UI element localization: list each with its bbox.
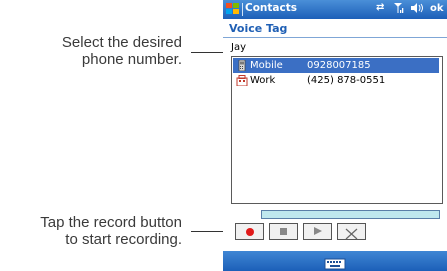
windows-start-icon[interactable] [226,3,240,16]
mobile-phone-icon [236,59,248,72]
list-item-work[interactable]: Work (425) 878-0551 [233,73,439,88]
keyboard-icon[interactable] [324,255,346,270]
stop-button[interactable] [269,223,298,240]
sync-icon[interactable]: ⇄ [376,2,384,13]
contact-name: Jay [231,42,246,53]
recording-progress-bar [261,210,440,219]
callout-select-number: Select the desired phone number. [62,34,182,68]
device-screen: Contacts ⇄ ok Voice Tag Jay Mobile 09280… [223,0,447,271]
phone-number-list[interactable]: Mobile 0928007185 Work (425) 878-0551 [231,56,443,204]
phone-number: 0928007185 [307,60,371,71]
callout-line-2: phone number. [81,51,182,68]
callout-line-1: Select the desired [61,34,182,51]
work-icon [236,75,248,87]
play-icon [314,227,322,235]
signal-icon[interactable] [393,2,405,17]
delete-icon [345,225,358,244]
play-button[interactable] [303,223,332,240]
stop-icon [280,228,287,235]
ok-button[interactable]: ok [430,3,444,14]
callout-record: Tap the record button to start recording… [40,214,182,248]
phone-label: Mobile [250,60,283,71]
record-icon [246,228,254,236]
callout-line-1: Tap the record button [40,214,182,231]
app-title: Contacts [245,2,297,14]
speaker-icon[interactable] [410,2,424,17]
delete-button[interactable] [337,223,366,240]
title-divider [242,3,243,16]
phone-number: (425) 878-0551 [307,75,386,86]
list-item-mobile[interactable]: Mobile 0928007185 [233,58,439,73]
page-title: Voice Tag [229,22,288,35]
phone-label: Work [250,75,276,86]
title-bar: Contacts ⇄ ok [223,0,447,19]
heading-divider [223,37,447,38]
callout-line-2: to start recording. [65,231,182,248]
record-button[interactable] [235,223,264,240]
